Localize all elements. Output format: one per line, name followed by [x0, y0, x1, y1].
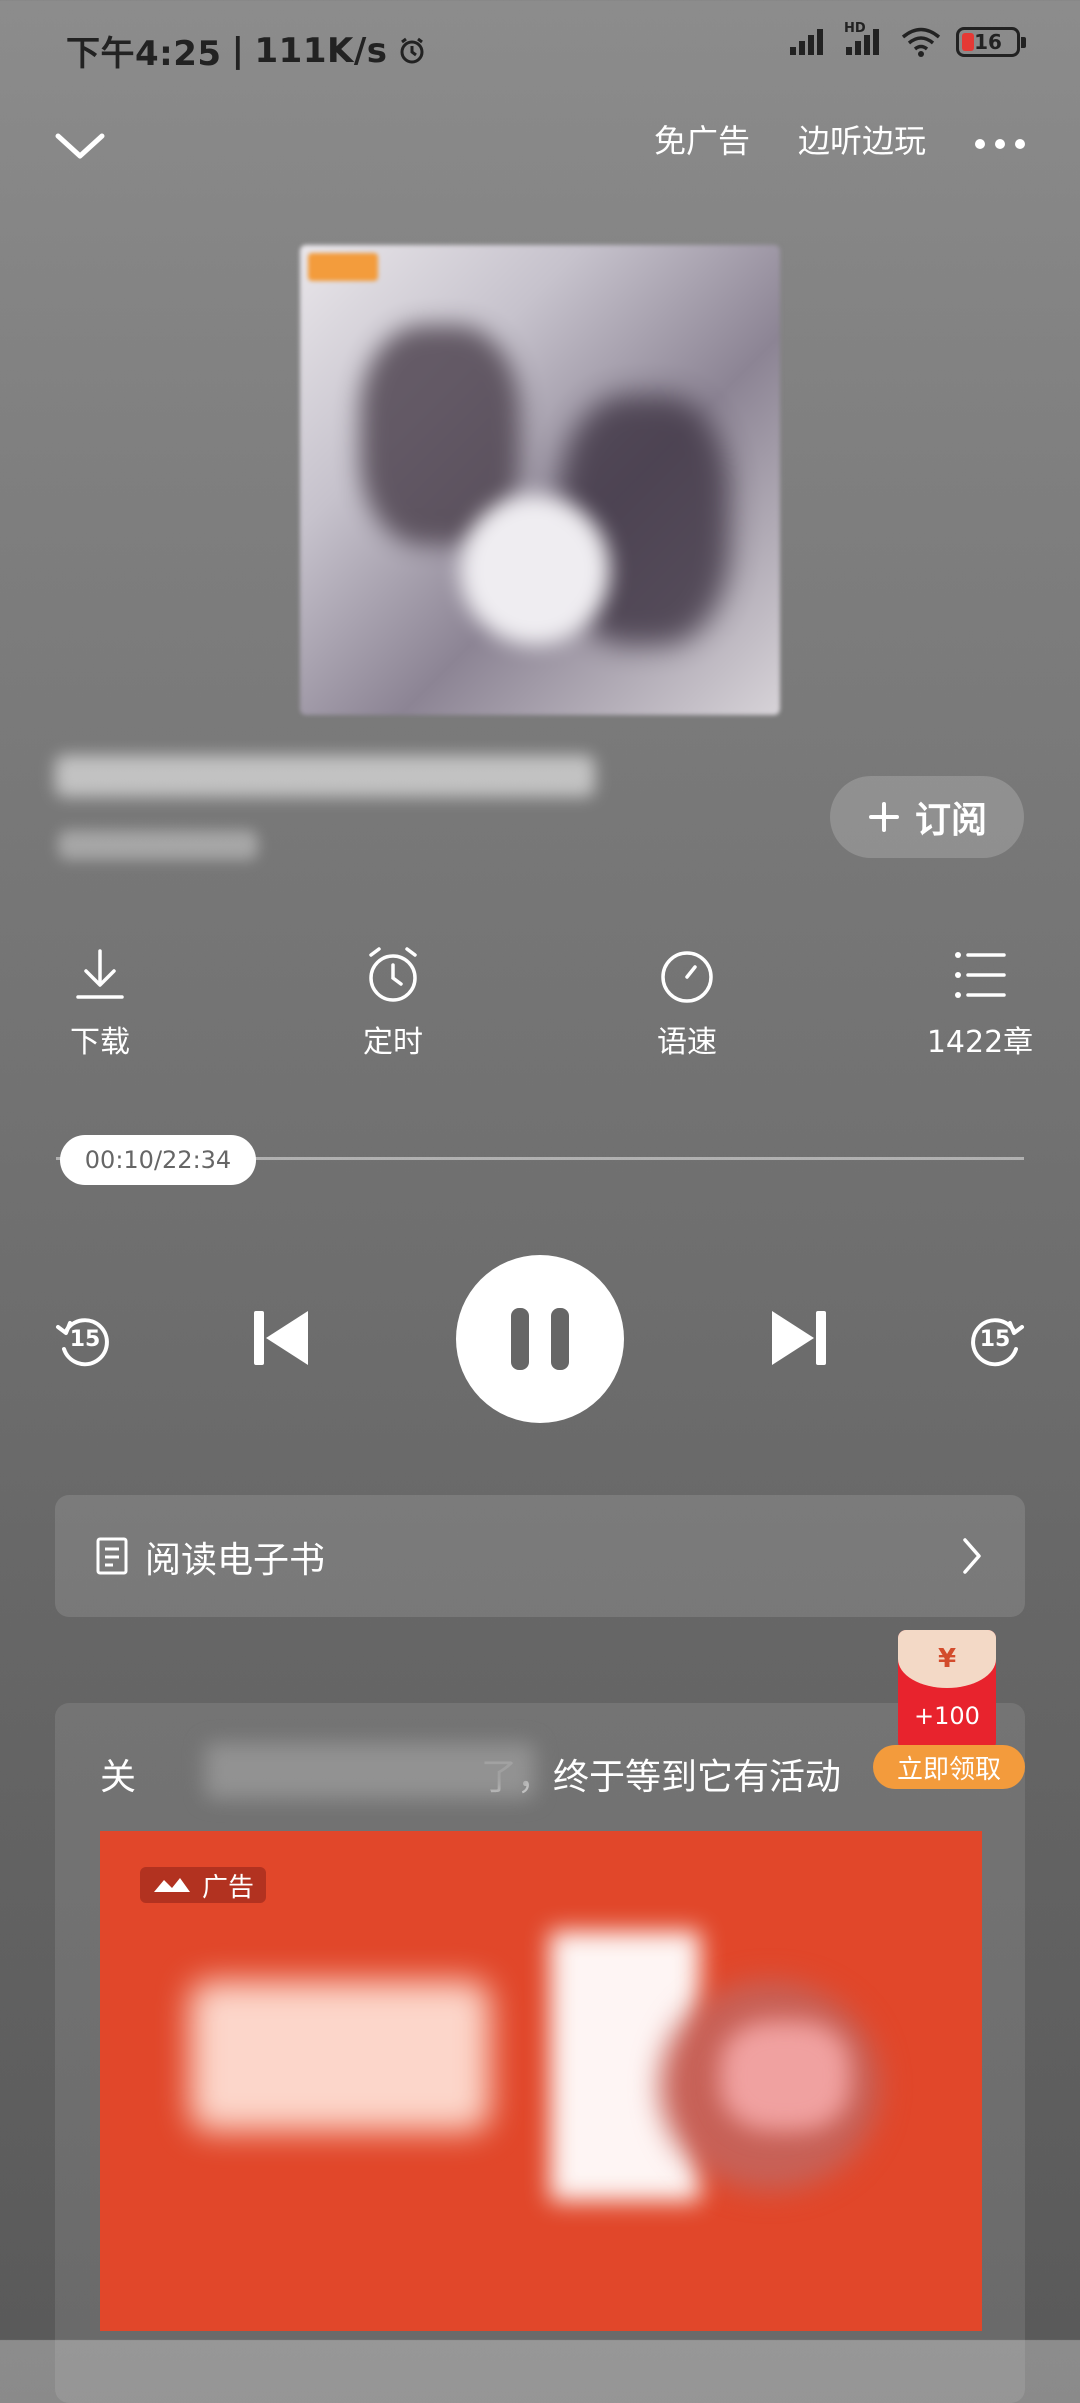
ad-image-blur	[190, 1981, 490, 2131]
plus-icon	[868, 802, 899, 832]
ad-tag: 广告	[140, 1867, 267, 1903]
download-button[interactable]: 下载	[20, 945, 180, 1061]
ad-banner[interactable]: 广告	[100, 1831, 982, 2331]
speed-dial-icon	[661, 951, 713, 1003]
chevron-right-icon	[963, 1538, 981, 1574]
time-display: 00:10/22:34	[84, 1146, 232, 1174]
status-separator: |	[231, 30, 245, 71]
previous-track-icon[interactable]	[250, 1307, 312, 1369]
chapters-label: 1422章	[926, 1025, 1034, 1060]
forward-seconds: 15	[979, 1327, 1011, 1352]
playback-controls: 15 15	[0, 1255, 1080, 1425]
rewind-15-button[interactable]: 15	[50, 1305, 120, 1375]
document-icon	[96, 1537, 128, 1575]
hd-signal: HD	[844, 21, 886, 57]
promo-text-end: 了，终于等到它有活动	[481, 1757, 842, 1798]
status-time: 下午4:25	[66, 34, 222, 74]
wifi-icon	[901, 27, 941, 57]
pause-icon-bar	[551, 1308, 569, 1370]
ad-free-button[interactable]: 免广告	[654, 116, 750, 162]
red-packet-cover: ¥	[898, 1630, 996, 1688]
action-row: 下载 定时 语速 1422章	[0, 945, 1080, 1075]
pause-icon-bar	[511, 1308, 529, 1370]
status-right: HD 16	[788, 21, 1026, 58]
alarm-clock-icon	[369, 947, 417, 1002]
more-icon[interactable]	[970, 116, 1030, 176]
album-cover[interactable]	[300, 245, 780, 715]
promo-card[interactable]: 关 了，终于等到它有活动 广告	[55, 1703, 1025, 2403]
top-bar: 免广告 边听边玩	[0, 108, 1080, 188]
ad-image-blur	[720, 2021, 850, 2131]
timer-button[interactable]: 定时	[313, 945, 473, 1061]
red-packet-amount: +100	[914, 1702, 980, 1730]
yuan-icon: ¥	[937, 1644, 957, 1674]
read-ebook-row[interactable]: 阅读电子书	[55, 1495, 1025, 1617]
next-track-icon[interactable]	[768, 1307, 830, 1369]
rewind-seconds: 15	[69, 1327, 101, 1352]
download-label: 下载	[70, 1025, 130, 1060]
network-speed: 111K/s	[254, 30, 388, 71]
speed-button[interactable]: 语速	[607, 945, 767, 1061]
promo-text-blur	[205, 1743, 535, 1799]
download-icon	[76, 949, 124, 999]
timer-label: 定时	[363, 1025, 423, 1060]
speed-label: 语速	[657, 1025, 717, 1060]
chapters-button[interactable]: 1422章	[900, 945, 1060, 1061]
battery-level: 16	[974, 30, 1002, 54]
status-bar: 下午4:25 | 111K/s HD 16	[0, 0, 1080, 96]
progress-thumb[interactable]: 00:10/22:34	[60, 1135, 256, 1185]
signal-icon	[790, 29, 823, 55]
list-icon	[955, 952, 1006, 998]
forward-15-button[interactable]: 15	[960, 1305, 1030, 1375]
hd-badge: HD	[844, 21, 866, 36]
progress-bar[interactable]: 00:10/22:34	[56, 1135, 1024, 1185]
pause-button[interactable]	[456, 1255, 624, 1423]
read-ebook-label: 阅读电子书	[145, 1540, 326, 1581]
red-packet[interactable]: ¥ +100	[898, 1630, 996, 1750]
author-link-redacted[interactable]	[58, 830, 258, 860]
ad-tag-label: 广告	[202, 1872, 255, 1903]
track-title-redacted	[55, 755, 595, 797]
subscribe-label: 订阅	[914, 800, 987, 841]
status-left: 下午4:25 | 111K/s	[66, 26, 427, 75]
listen-and-play-button[interactable]: 边听边玩	[798, 116, 926, 162]
subscribe-button[interactable]: 订阅	[830, 776, 1024, 858]
ad-brand-icon	[154, 1878, 190, 1892]
battery-icon: 16	[956, 27, 1026, 57]
chevron-down-icon[interactable]	[50, 116, 110, 176]
promo-text-start: 关	[100, 1757, 137, 1798]
claim-now-label: 立即领取	[896, 1754, 1001, 1785]
alarm-icon	[400, 37, 424, 63]
cover-badge	[308, 253, 378, 281]
cover-shape	[460, 495, 610, 645]
claim-now-button[interactable]: 立即领取	[873, 1745, 1025, 1789]
